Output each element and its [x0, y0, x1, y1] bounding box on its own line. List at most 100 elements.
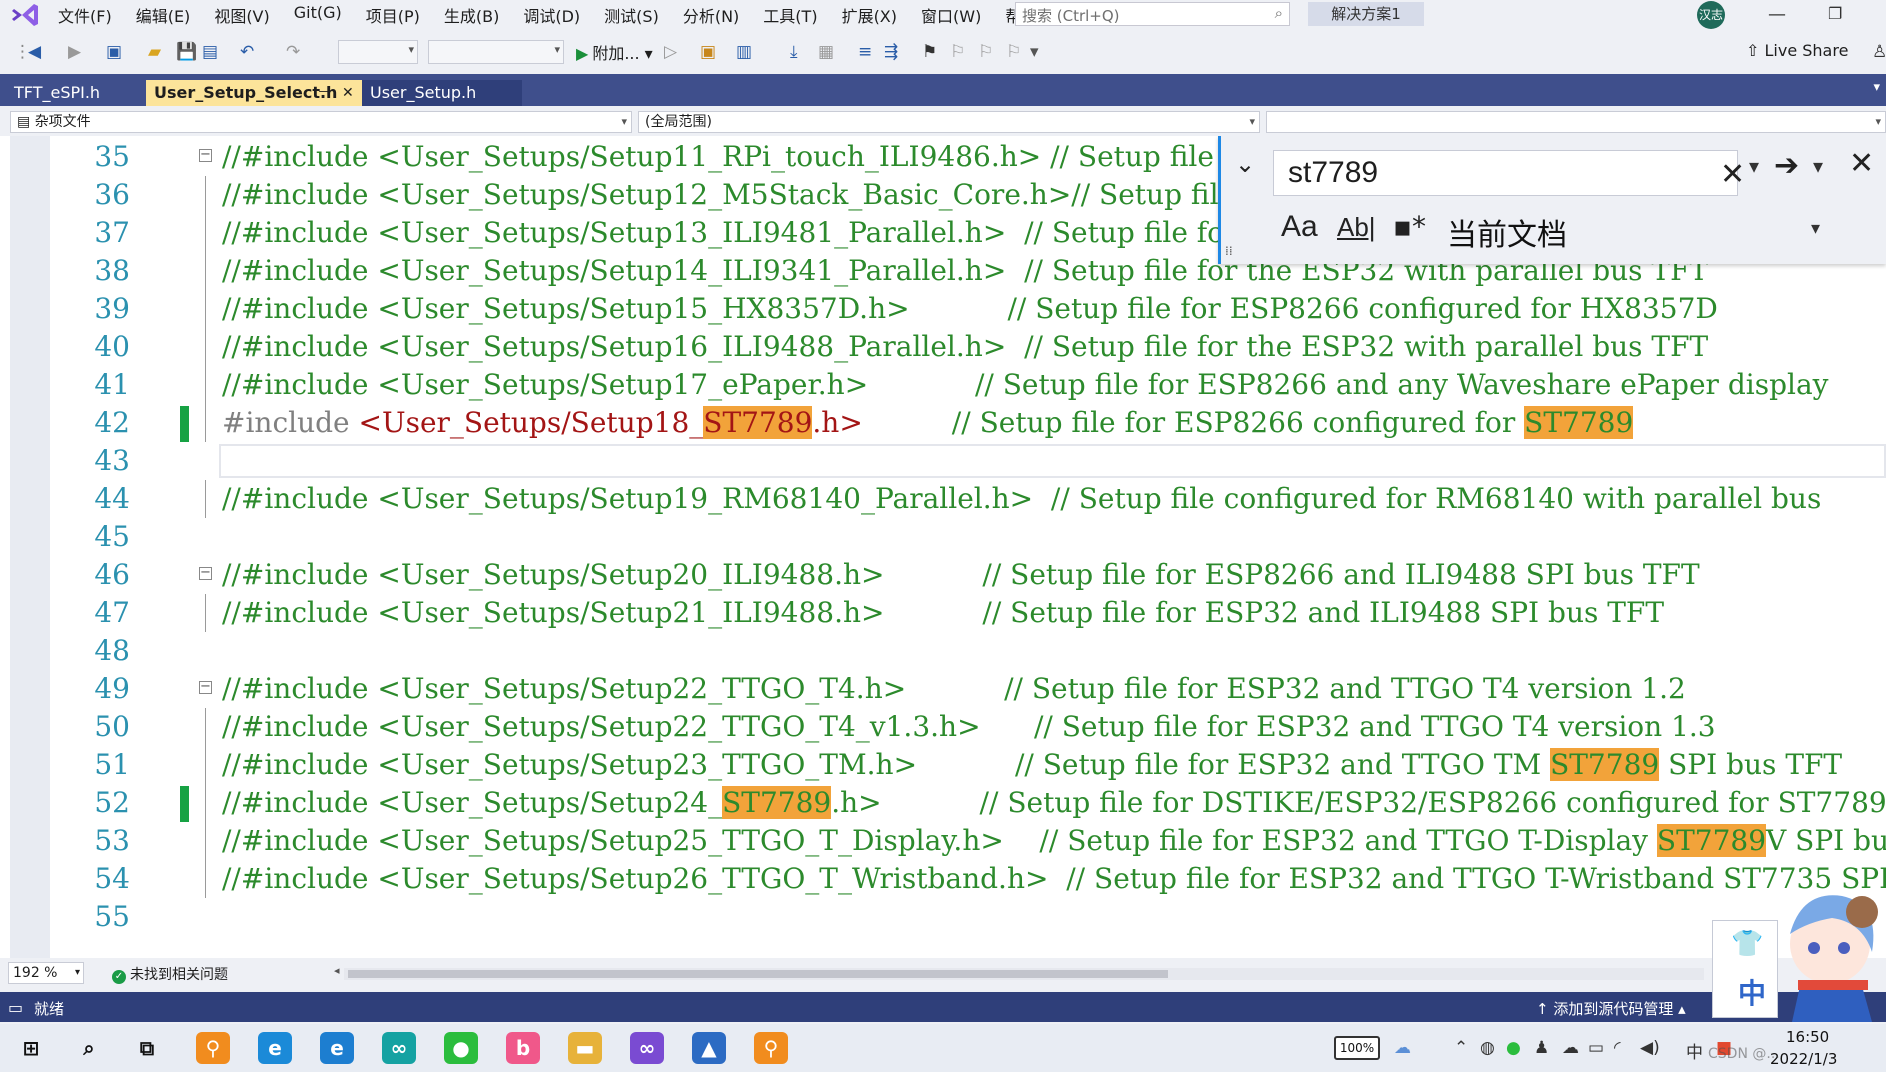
- clock-time[interactable]: 16:50: [1786, 1028, 1829, 1046]
- menu-item[interactable]: 分析(N): [671, 3, 751, 27]
- close-find-icon[interactable]: ✕: [1849, 146, 1874, 181]
- code-line[interactable]: 55: [0, 898, 1886, 936]
- project-dropdown[interactable]: ▤ 杂项文件: [10, 111, 632, 133]
- weather-icon[interactable]: ☁: [1394, 1038, 1411, 1058]
- save-icon[interactable]: 💾: [176, 41, 197, 63]
- comment-icon[interactable]: ≡: [858, 41, 872, 63]
- minimize-icon[interactable]: —: [1768, 4, 1786, 25]
- clear-search-icon[interactable]: ✕: [1720, 153, 1745, 197]
- regex-icon[interactable]: ▪*: [1393, 210, 1426, 243]
- menu-item[interactable]: 窗口(W): [909, 3, 993, 27]
- platform-dropdown[interactable]: [428, 40, 564, 64]
- clear-bookmarks-icon[interactable]: ⚐: [1006, 41, 1021, 63]
- prev-bookmark-icon[interactable]: ⚐: [950, 41, 965, 63]
- forward-icon[interactable]: ▶: [68, 41, 81, 63]
- start-without-debug-icon[interactable]: ▷: [664, 41, 677, 63]
- wechat-icon[interactable]: ●: [444, 1032, 478, 1064]
- cloud-tray-icon[interactable]: ☁: [1562, 1038, 1579, 1058]
- restore-icon[interactable]: ❐: [1828, 4, 1842, 23]
- browse-icon[interactable]: ▣: [700, 41, 716, 63]
- search-scope-label[interactable]: 当前文档: [1447, 210, 1567, 254]
- attach-button[interactable]: ▶ 附加... ▾: [576, 40, 653, 64]
- wifi-icon[interactable]: ◜: [1614, 1038, 1621, 1058]
- find-input[interactable]: st7789 ✕: [1273, 150, 1745, 196]
- find-options-icon[interactable]: ▾: [1813, 154, 1823, 178]
- menu-item[interactable]: 编辑(E): [124, 3, 203, 27]
- issues-indicator[interactable]: ✓ 未找到相关问题: [112, 964, 228, 984]
- code-line[interactable]: 51 //#include <User_Setups/Setup23_TTGO_T…: [0, 746, 1886, 784]
- code-line[interactable]: 43: [0, 442, 1886, 480]
- task-view-icon[interactable]: ⧉: [130, 1032, 164, 1064]
- resize-grip-icon[interactable]: ⁞⁞: [1225, 244, 1233, 258]
- collapse-icon[interactable]: −: [199, 566, 212, 580]
- tab-user-setup-select[interactable]: User_Setup_Select.h ⊣ ✕: [146, 80, 362, 106]
- tab-user-setup[interactable]: User_Setup.h: [362, 80, 522, 106]
- close-icon[interactable]: ✕: [342, 80, 354, 106]
- code-line[interactable]: 54 //#include <User_Setups/Setup26_TTGO_T…: [0, 860, 1886, 898]
- scrollbar-thumb[interactable]: [348, 970, 1168, 978]
- menu-item[interactable]: 调试(D): [511, 3, 592, 27]
- code-line[interactable]: 40 //#include <User_Setups/Setup16_ILI948…: [0, 328, 1886, 366]
- tab-overflow-icon[interactable]: ▾: [1873, 80, 1880, 95]
- menu-item[interactable]: 生成(B): [432, 3, 511, 27]
- solution-name-badge[interactable]: 解决方案1: [1308, 2, 1424, 26]
- toggle-replace-icon[interactable]: ⌄: [1235, 150, 1255, 178]
- find-next-icon[interactable]: ➔: [1774, 148, 1799, 183]
- edge-browser-icon[interactable]: e: [258, 1032, 292, 1064]
- output-icon[interactable]: ▭: [8, 998, 23, 1017]
- clock-date[interactable]: 2022/1/3: [1770, 1050, 1837, 1068]
- windows-start-icon[interactable]: ⊞: [14, 1032, 48, 1064]
- search-tool-icon[interactable]: ⚲: [754, 1032, 788, 1064]
- match-whole-word-button[interactable]: Ab|: [1337, 212, 1376, 243]
- scroll-left-icon[interactable]: ◂: [334, 964, 340, 977]
- undo-icon[interactable]: ↶: [240, 41, 254, 63]
- code-line[interactable]: 45: [0, 518, 1886, 556]
- redo-icon[interactable]: ↷: [286, 41, 300, 63]
- ie-browser-icon[interactable]: e: [320, 1032, 354, 1064]
- toolbar-overflow-icon[interactable]: ▾: [1030, 41, 1039, 63]
- collapse-icon[interactable]: −: [199, 148, 212, 162]
- scope-dropdown[interactable]: (全局范围): [638, 111, 1260, 133]
- menu-item[interactable]: Git(G): [282, 3, 354, 27]
- layout-icon[interactable]: ▥: [736, 41, 752, 63]
- tray-app-icon[interactable]: ◍: [1480, 1038, 1495, 1058]
- zoom-dropdown[interactable]: 192 %: [8, 962, 84, 984]
- search-input[interactable]: 搜索 (Ctrl+Q) ⌕: [1015, 2, 1290, 26]
- bilibili-icon[interactable]: b: [506, 1032, 540, 1064]
- code-line[interactable]: 50 //#include <User_Setups/Setup22_TTGO_T…: [0, 708, 1886, 746]
- open-folder-icon[interactable]: ▰: [148, 41, 161, 63]
- code-line[interactable]: 46 −//#include <User_Setups/Setup20_ILI94…: [0, 556, 1886, 594]
- everything-app-icon[interactable]: ⚲: [196, 1032, 230, 1064]
- tray-expand-icon[interactable]: ⌃: [1454, 1038, 1468, 1058]
- code-line[interactable]: 49 −//#include <User_Setups/Setup22_TTGO_…: [0, 670, 1886, 708]
- code-line[interactable]: 48: [0, 632, 1886, 670]
- arduino-icon[interactable]: ∞: [382, 1032, 416, 1064]
- collapse-icon[interactable]: −: [199, 680, 212, 694]
- match-case-button[interactable]: Aa: [1281, 210, 1318, 244]
- code-editor[interactable]: 35−//#include <User_Setups/Setup11_RPi_t…: [0, 136, 1886, 958]
- next-bookmark-icon[interactable]: ⚐: [978, 41, 993, 63]
- solution-config-dropdown[interactable]: [338, 40, 418, 64]
- menu-item[interactable]: 工具(T): [751, 3, 829, 27]
- code-line[interactable]: 42 #include <User_Setups/Setup18_ST7789.h…: [0, 404, 1886, 442]
- visual-studio-taskbar-icon[interactable]: ∞: [630, 1032, 664, 1064]
- save-all-icon[interactable]: ▤: [202, 41, 218, 63]
- menu-item[interactable]: 视图(V): [202, 3, 281, 27]
- uncomment-icon[interactable]: ⇶: [884, 41, 898, 63]
- add-to-source-control-button[interactable]: ↑ 添加到源代码管理 ▴: [1536, 998, 1686, 1019]
- code-line[interactable]: 52 //#include <User_Setups/Setup24_ST7789…: [0, 784, 1886, 822]
- code-line[interactable]: 39 //#include <User_Setups/Setup15_HX8357…: [0, 290, 1886, 328]
- avatar[interactable]: 汉志: [1697, 1, 1725, 29]
- back-icon[interactable]: ◀: [28, 41, 41, 63]
- breakpoints-icon[interactable]: ▦: [818, 41, 834, 63]
- scope-dropdown-icon[interactable]: ▾: [1811, 218, 1820, 239]
- network-icon[interactable]: ▭: [1588, 1038, 1604, 1058]
- menu-item[interactable]: 文件(F): [46, 3, 124, 27]
- menu-item[interactable]: 扩展(X): [830, 3, 909, 27]
- search-taskbar-icon[interactable]: ⌕: [72, 1032, 106, 1064]
- account-icon[interactable]: ♙: [1872, 41, 1886, 63]
- tab-tft-espi[interactable]: TFT_eSPI.h: [6, 80, 146, 106]
- bookmark-icon[interactable]: ⚑: [922, 41, 937, 63]
- ime-tray-label[interactable]: 中: [1686, 1038, 1703, 1063]
- step-icon[interactable]: ⤓: [790, 41, 798, 63]
